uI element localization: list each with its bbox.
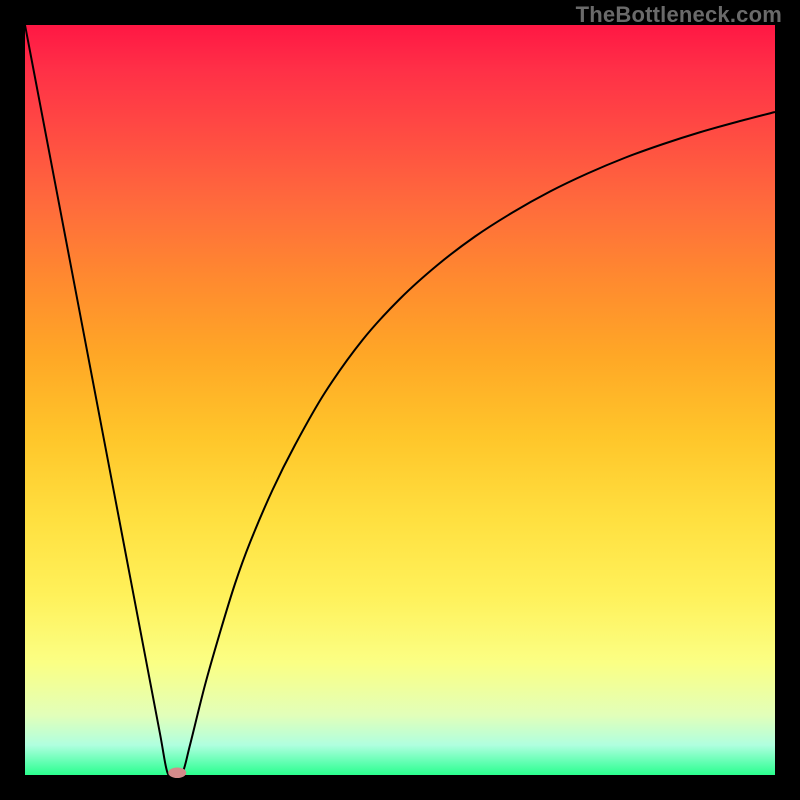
chart-frame: TheBottleneck.com bbox=[0, 0, 800, 800]
curve-svg bbox=[25, 25, 775, 775]
plot-area bbox=[25, 25, 775, 775]
minimum-marker bbox=[168, 768, 186, 779]
bottleneck-curve bbox=[25, 25, 775, 777]
